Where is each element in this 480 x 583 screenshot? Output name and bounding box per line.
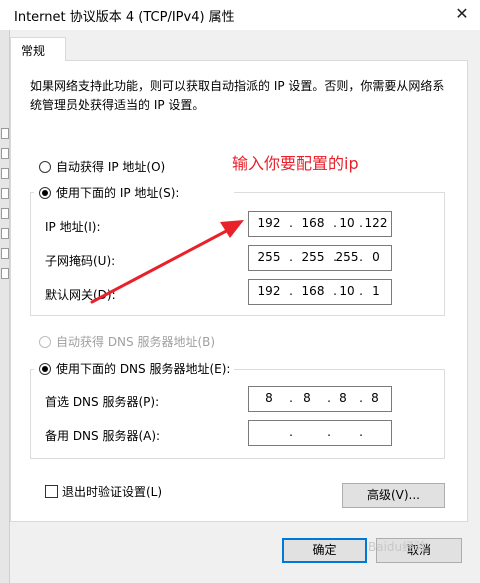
ip-octet: 168 — [301, 216, 325, 230]
manual-ip-radio[interactable] — [39, 187, 51, 199]
validate-settings-label[interactable]: 退出时验证设置(L) — [62, 483, 162, 500]
ip-octet: 192 — [257, 216, 281, 230]
alternate-dns-label: 备用 DNS 服务器(A): — [45, 429, 161, 443]
manual-ip-label[interactable]: 使用下面的 IP 地址(S): — [56, 184, 179, 201]
watermark-text: Baidu经验 — [368, 540, 427, 554]
background-checkbox — [1, 248, 9, 259]
octet-dot: . — [359, 425, 363, 439]
background-checkbox — [1, 148, 9, 159]
gateway-octet: 168 — [301, 284, 325, 298]
mask-octet: 255 — [257, 250, 281, 264]
background-checkbox — [1, 168, 9, 179]
mask-octet: 255 — [301, 250, 325, 264]
auto-ip-label[interactable]: 自动获得 IP 地址(O) — [56, 158, 165, 175]
octet-dot: . — [289, 284, 293, 298]
auto-ip-radio[interactable] — [39, 161, 51, 173]
gateway-input[interactable]: 192 . 168 . 10 . 1 — [248, 279, 392, 305]
tab-general[interactable]: 常规 — [10, 37, 66, 61]
preferred-dns-label: 首选 DNS 服务器(P): — [45, 395, 160, 409]
manual-dns-radio[interactable] — [39, 363, 51, 375]
preferred-dns-input[interactable]: 8 . 8 . 8 . 8 — [248, 386, 392, 412]
auto-dns-label[interactable]: 自动获得 DNS 服务器地址(B) — [56, 333, 215, 350]
validate-settings-checkbox[interactable] — [45, 485, 58, 498]
close-icon[interactable]: ✕ — [444, 0, 480, 28]
dns-octet: 8 — [339, 391, 347, 405]
subnet-mask-input[interactable]: 255 . 255 . 255 . 0 — [248, 245, 392, 271]
description-text: 如果网络支持此功能，则可以获取自动指派的 IP 设置。否则，你需要从网络系统管理… — [30, 79, 445, 112]
octet-dot: . — [327, 425, 331, 439]
background-checkbox — [1, 188, 9, 199]
background-checkbox — [1, 228, 9, 239]
background-checkbox — [1, 268, 9, 279]
auto-dns-radio[interactable] — [39, 336, 51, 348]
background-checkbox — [1, 128, 9, 139]
dns-octet: 8 — [371, 391, 379, 405]
octet-dot: . — [289, 250, 293, 264]
subnet-mask-label: 子网掩码(U): — [45, 254, 116, 268]
alternate-dns-input[interactable]: . . . — [248, 420, 392, 446]
window-title: Internet 协议版本 4 (TCP/IPv4) 属性 — [14, 10, 235, 25]
background-window-edge — [0, 0, 10, 583]
octet-dot: . — [289, 425, 293, 439]
background-checkbox — [1, 208, 9, 219]
ok-button[interactable]: 确定 — [282, 538, 367, 563]
manual-dns-label[interactable]: 使用下面的 DNS 服务器地址(E): — [56, 360, 230, 377]
ip-octet: 122 — [364, 216, 388, 230]
ip-address-input[interactable]: 192 . 168 . 10 . 122 — [248, 211, 392, 237]
dns-octet: 8 — [265, 391, 273, 405]
gateway-octet: 1 — [372, 284, 380, 298]
gateway-label: 默认网关(D): — [45, 288, 116, 302]
mask-octet: 0 — [372, 250, 380, 264]
annotation-text: 输入你要配置的ip — [232, 154, 359, 173]
ip-address-label: IP 地址(I): — [45, 220, 101, 234]
gateway-octet: 192 — [257, 284, 281, 298]
octet-dot: . — [289, 216, 293, 230]
advanced-button[interactable]: 高级(V)... — [342, 483, 445, 508]
dns-octet: 8 — [303, 391, 311, 405]
